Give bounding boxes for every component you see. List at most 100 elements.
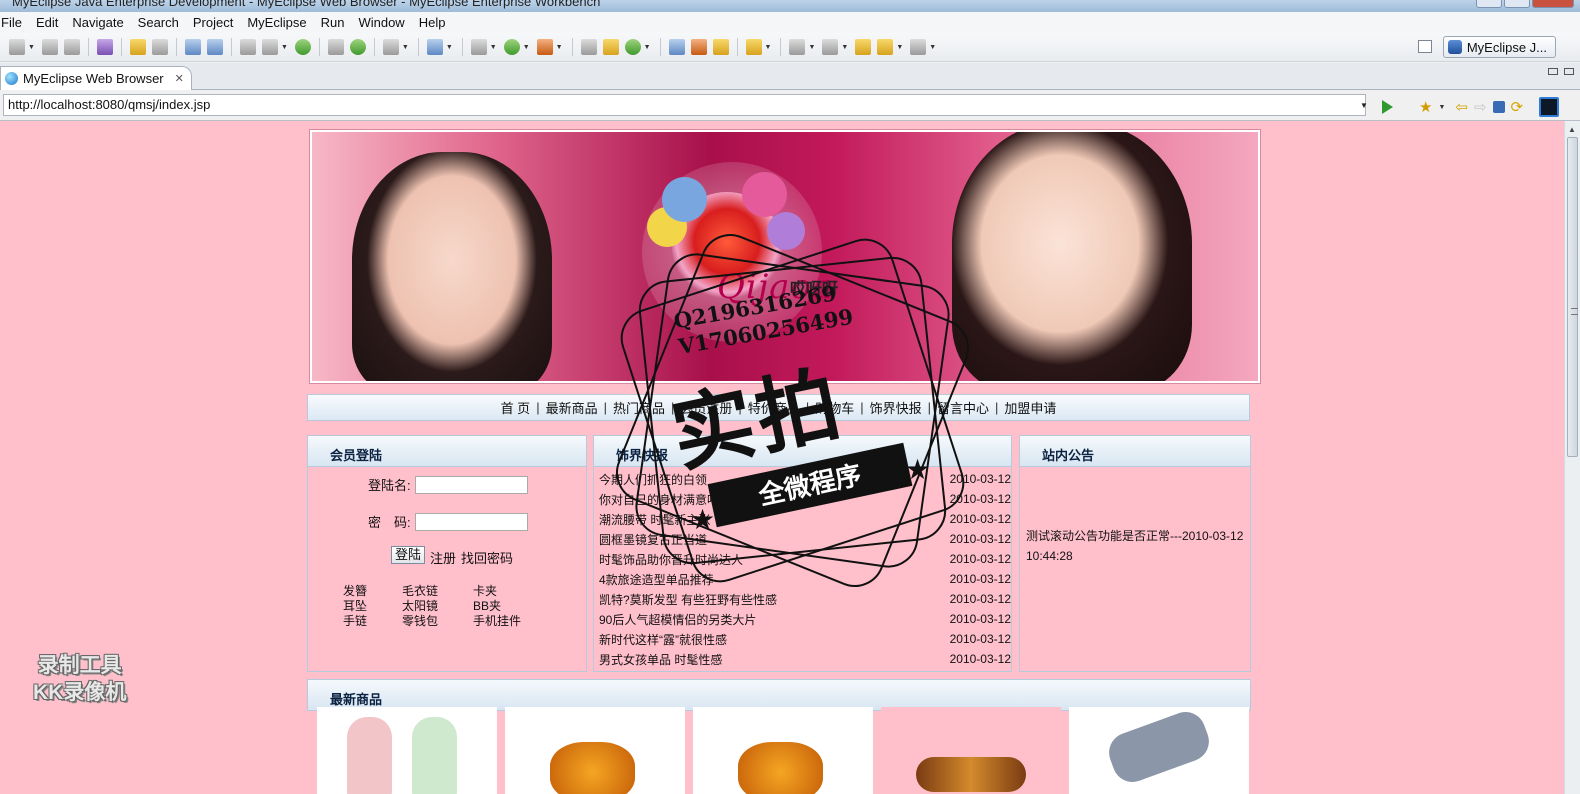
forward-icon[interactable] [910, 39, 927, 55]
nav-franchise[interactable]: 加盟申请 [998, 398, 1062, 417]
category-link[interactable]: 毛衣链 [402, 584, 473, 599]
open-type-icon[interactable] [668, 39, 685, 55]
category-link[interactable]: 零钱包 [402, 614, 473, 629]
menu-navigate[interactable]: Navigate [65, 15, 130, 30]
news-item[interactable]: 凯特?莫斯发型 有些狂野有些性感 2010-03-12 [599, 589, 1011, 609]
globe-icon[interactable] [294, 39, 311, 55]
tab-web-browser[interactable]: MyEclipse Web Browser ✕ [0, 66, 192, 90]
product-thumb[interactable] [881, 707, 1061, 794]
package-icon[interactable] [96, 39, 113, 55]
rocket-icon[interactable] [690, 39, 707, 55]
register-link[interactable]: 注册 [430, 548, 456, 567]
browser-back-icon[interactable]: ⇦ [1455, 100, 1468, 115]
camera-icon[interactable] [382, 39, 399, 55]
run-dropdown-icon[interactable]: ▼ [523, 44, 530, 51]
product-thumb[interactable] [1069, 707, 1249, 794]
menu-edit[interactable]: Edit [29, 15, 65, 30]
news-title[interactable]: 男式女孩单品 时髦性感 [599, 651, 722, 668]
product-thumb[interactable] [505, 707, 685, 794]
category-link[interactable]: 手机挂件 [473, 614, 533, 629]
new-wizard-icon[interactable] [426, 39, 443, 55]
menu-window[interactable]: Window [351, 15, 411, 30]
category-link[interactable]: 手链 [343, 614, 402, 629]
stop-icon[interactable] [1492, 101, 1505, 113]
category-link[interactable]: 太阳镜 [402, 599, 473, 614]
next-annotation-icon[interactable] [789, 39, 806, 55]
menu-run[interactable]: Run [314, 15, 352, 30]
news-item[interactable]: 新时代这样“露”就很性感 2010-03-12 [599, 629, 1011, 649]
product-thumb[interactable] [317, 707, 497, 794]
lock-icon[interactable] [151, 39, 168, 55]
server-icon[interactable] [261, 39, 278, 55]
news-title[interactable]: 凯特?莫斯发型 有些狂野有些性感 [599, 591, 777, 608]
product-thumb[interactable] [693, 707, 873, 794]
news-title[interactable]: 新时代这样“露”就很性感 [599, 631, 727, 648]
favorites-icon[interactable]: ★ [1419, 100, 1432, 115]
close-tab-icon[interactable]: ✕ [175, 72, 184, 85]
category-link[interactable]: 发簪 [343, 584, 402, 599]
open-perspective-icon[interactable] [1418, 40, 1432, 53]
menu-search[interactable]: Search [131, 15, 186, 30]
maximize-view-icon[interactable] [1564, 68, 1574, 75]
minimize-button[interactable] [1476, 0, 1502, 8]
close-window-button[interactable] [1532, 0, 1574, 8]
run-icon[interactable] [503, 39, 520, 55]
server-dropdown-icon[interactable]: ▼ [281, 44, 288, 51]
add-db-icon[interactable] [349, 39, 366, 55]
prev-annotation-dropdown-icon[interactable]: ▼ [841, 44, 848, 51]
new-icon[interactable] [9, 39, 25, 55]
console-icon[interactable] [1539, 97, 1560, 117]
generate-dropdown-icon[interactable]: ▼ [644, 44, 651, 51]
login-button[interactable]: 登陆 [391, 546, 426, 564]
browser-forward-icon[interactable]: ⇨ [1474, 100, 1487, 115]
menu-file[interactable]: File [0, 15, 29, 30]
bug-icon[interactable] [129, 39, 146, 55]
url-history-dropdown-icon[interactable]: ▼ [1360, 101, 1368, 110]
hierarchy-icon[interactable] [580, 39, 597, 55]
refresh-icon[interactable]: ⟳ [1511, 100, 1524, 115]
nav-home[interactable]: 首 页 [495, 398, 537, 417]
wizard-dropdown-icon[interactable]: ▼ [446, 44, 453, 51]
news-item[interactable]: 男式女孩单品 时髦性感 2010-03-12 [599, 649, 1011, 669]
perspective-switcher[interactable]: MyEclipse J... [1442, 36, 1556, 58]
debug-icon[interactable] [470, 39, 487, 55]
deploy-icon[interactable] [239, 39, 256, 55]
external-dropdown-icon[interactable]: ▼ [556, 44, 563, 51]
folder-dropdown-icon[interactable]: ▼ [765, 44, 772, 51]
new-dropdown-icon[interactable]: ▼ [28, 44, 35, 51]
menu-project[interactable]: Project [186, 15, 240, 30]
next-annotation-dropdown-icon[interactable]: ▼ [808, 44, 815, 51]
db-icon[interactable] [327, 39, 344, 55]
username-input[interactable] [414, 475, 528, 494]
recover-password-link[interactable]: 找回密码 [461, 548, 513, 567]
minimize-view-icon[interactable] [1548, 68, 1558, 75]
scroll-up-icon[interactable]: ▲ [1568, 125, 1576, 134]
camera-dropdown-icon[interactable]: ▼ [402, 44, 409, 51]
forward-dropdown-icon[interactable]: ▼ [929, 44, 936, 51]
news-title[interactable]: 90后人气超模情侣的另类大片 [599, 611, 756, 628]
pen-icon[interactable] [184, 39, 201, 55]
password-input[interactable] [414, 512, 528, 531]
category-link[interactable]: 卡夹 [473, 584, 533, 599]
category-link[interactable]: BB夹 [473, 599, 533, 614]
generate-icon[interactable] [624, 39, 641, 55]
folder-icon[interactable] [745, 39, 762, 55]
back-dropdown-icon[interactable]: ▼ [896, 44, 903, 51]
go-icon[interactable] [1382, 100, 1393, 114]
class-icon[interactable] [602, 39, 619, 55]
prev-annotation-icon[interactable] [822, 39, 839, 55]
favorites-dropdown-icon[interactable]: ▼ [1438, 104, 1445, 111]
menu-myeclipse[interactable]: MyEclipse [240, 15, 313, 30]
open-task-icon[interactable] [712, 39, 729, 55]
menu-help[interactable]: Help [412, 15, 453, 30]
print-icon[interactable] [63, 39, 80, 55]
external-tools-icon[interactable] [536, 39, 553, 55]
last-edit-icon[interactable] [855, 39, 872, 55]
nav-latest[interactable]: 最新商品 [540, 398, 604, 417]
url-input[interactable]: http://localhost:8080/qmsj/index.jsp [3, 94, 1366, 116]
back-icon[interactable] [877, 39, 894, 55]
maximize-button[interactable] [1504, 0, 1530, 8]
save-icon[interactable] [41, 39, 58, 55]
scrollbar-thumb[interactable] [1567, 137, 1578, 457]
debug-dropdown-icon[interactable]: ▼ [490, 44, 497, 51]
